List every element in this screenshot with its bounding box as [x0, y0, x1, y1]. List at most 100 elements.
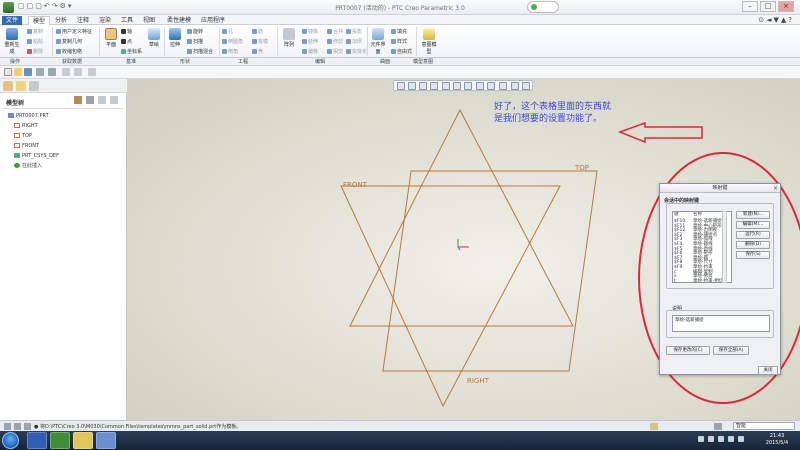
- start-button[interactable]: [2, 432, 19, 449]
- tree-item-top[interactable]: TOP: [14, 132, 32, 140]
- regenerate-button[interactable]: 重新生成: [3, 28, 21, 55]
- delete-button[interactable]: 删除: [27, 48, 43, 55]
- delete-mapkey-button[interactable]: 删除(D): [736, 241, 770, 249]
- component-interface-button[interactable]: 元件界面: [369, 28, 387, 55]
- tree-item-insert-here[interactable]: 在此插入: [14, 162, 42, 170]
- group-label-datum[interactable]: 基准: [126, 58, 136, 66]
- user-feature-button[interactable]: 用户定义特征: [56, 28, 92, 35]
- perspective-icon[interactable]: [522, 82, 530, 90]
- ime-icon[interactable]: [708, 436, 714, 442]
- datum-right-plane[interactable]: [382, 170, 598, 372]
- thicken-button[interactable]: 加厚: [346, 38, 362, 45]
- group-label-get-data[interactable]: 获取数据: [62, 58, 82, 66]
- tray-chevron-icon[interactable]: [698, 436, 704, 442]
- refit-icon[interactable]: [397, 82, 405, 90]
- help-controls[interactable]: ⊙◄▼▲?: [758, 16, 794, 24]
- zoom-out-icon[interactable]: [419, 82, 427, 90]
- group-label-model-intent[interactable]: 模型意图: [413, 58, 433, 66]
- description-field[interactable]: 草绘-选新捕捉: [672, 315, 770, 332]
- saved-orientations-icon[interactable]: [453, 82, 461, 90]
- group-label-editing[interactable]: 编辑: [315, 58, 325, 66]
- fill-button[interactable]: 填充: [391, 28, 407, 35]
- regenerate-small-icon[interactable]: [62, 68, 70, 76]
- chamfer-button[interactable]: 倒角: [222, 48, 238, 55]
- browser-taskbar-icon[interactable]: [96, 432, 116, 449]
- datum-display-icon[interactable]: [476, 82, 484, 90]
- open-icon[interactable]: [14, 68, 22, 76]
- word-taskbar-icon[interactable]: [27, 432, 47, 449]
- browser-toggle-icon[interactable]: [14, 423, 21, 430]
- shrinkwrap-button[interactable]: 收缩包络: [56, 48, 82, 55]
- tree-item-csys[interactable]: PRT_CSYS_DEF: [14, 152, 59, 160]
- shell-button[interactable]: 壳: [252, 48, 263, 55]
- round-button[interactable]: 倒圆角: [222, 38, 243, 45]
- run-mapkey-button[interactable]: 运行(R): [736, 231, 770, 239]
- copy-geometry-button[interactable]: 复制几何: [56, 38, 82, 45]
- extend-button[interactable]: 延伸: [302, 38, 318, 45]
- repaint-icon[interactable]: [430, 82, 438, 90]
- save-mapkey-button[interactable]: 保存(S): [736, 251, 770, 259]
- group-label-engineering[interactable]: 工程: [238, 58, 248, 66]
- windows-icon[interactable]: [74, 68, 82, 76]
- coordinate-system-button[interactable]: 坐标系: [121, 48, 142, 55]
- network-widget[interactable]: [527, 1, 559, 13]
- sketch-button[interactable]: 草绘: [145, 28, 163, 48]
- plane-button[interactable]: 平面: [102, 28, 120, 48]
- save-changed-button[interactable]: 保存更改的(C): [666, 346, 710, 355]
- folder-browser-tab-icon[interactable]: [16, 81, 26, 91]
- new-icon[interactable]: [4, 68, 12, 76]
- appearance-icon[interactable]: [511, 82, 519, 90]
- dialog-close-icon[interactable]: ×: [773, 184, 778, 193]
- trim-button[interactable]: 修剪: [327, 38, 343, 45]
- close-button[interactable]: ×: [778, 1, 794, 12]
- group-label-operations[interactable]: 操作: [10, 58, 20, 66]
- group-label-surfaces[interactable]: 曲面: [380, 58, 390, 66]
- close-window-icon[interactable]: [88, 68, 96, 76]
- view-manager-icon[interactable]: [464, 82, 472, 90]
- point-button[interactable]: 点: [121, 38, 132, 45]
- sweep-button[interactable]: 扫描: [187, 38, 203, 45]
- find-icon[interactable]: [650, 423, 658, 430]
- freestyle-button[interactable]: 自由式: [391, 48, 412, 55]
- hole-button[interactable]: 孔: [222, 28, 233, 35]
- list-scrollbar[interactable]: [722, 211, 727, 283]
- style-button[interactable]: 样式: [391, 38, 407, 45]
- save-icon[interactable]: [24, 68, 32, 76]
- mirror-button[interactable]: 镜像: [302, 28, 318, 35]
- extrude-button[interactable]: 拉伸: [166, 28, 184, 48]
- flag-icon[interactable]: [718, 436, 724, 442]
- datum-front-plane[interactable]: [340, 185, 561, 408]
- tree-filter-icon[interactable]: [98, 96, 106, 104]
- draft-button[interactable]: 拔模: [252, 38, 268, 45]
- tree-columns-icon[interactable]: [110, 96, 118, 104]
- tab-render[interactable]: 渲染: [95, 16, 115, 25]
- layout-icon[interactable]: [4, 423, 11, 430]
- tab-view[interactable]: 视图: [139, 16, 159, 25]
- datum-top-plane[interactable]: [349, 108, 574, 327]
- solidify-button[interactable]: 实体化: [346, 48, 367, 55]
- fullscreen-icon[interactable]: [24, 423, 31, 430]
- modify-mapkey-button[interactable]: 编辑(M)...: [736, 221, 770, 229]
- new-mapkey-button[interactable]: 新建(N)...: [736, 211, 770, 219]
- tree-item-right[interactable]: RIGHT: [14, 122, 38, 130]
- save-all-button[interactable]: 保存全部(A): [713, 346, 749, 355]
- group-label-shapes[interactable]: 形状: [180, 58, 190, 66]
- pattern-button[interactable]: 阵列: [280, 28, 298, 48]
- favorites-tab-icon[interactable]: [29, 81, 39, 91]
- system-clock[interactable]: 21:43 2015/5/4: [757, 433, 797, 447]
- zoom-in-icon[interactable]: [408, 82, 416, 90]
- tab-file[interactable]: 文件: [2, 16, 23, 25]
- show-icon[interactable]: [86, 96, 94, 104]
- revolve-button[interactable]: 旋转: [187, 28, 203, 35]
- tab-applications[interactable]: 应用程序: [197, 16, 229, 25]
- dialog-close-button[interactable]: 关闭: [758, 366, 778, 375]
- tab-analysis[interactable]: 分析: [51, 16, 71, 25]
- tree-settings-icon[interactable]: [74, 96, 82, 104]
- maximize-button[interactable]: □: [760, 1, 776, 12]
- paste-button[interactable]: 粘贴: [27, 38, 43, 45]
- model-tree-tab-icon[interactable]: [3, 81, 13, 91]
- intent-model-button[interactable]: 意图模型: [420, 28, 438, 55]
- selection-icon[interactable]: [714, 423, 722, 430]
- display-style-icon[interactable]: [442, 82, 450, 90]
- network-icon[interactable]: [728, 436, 734, 442]
